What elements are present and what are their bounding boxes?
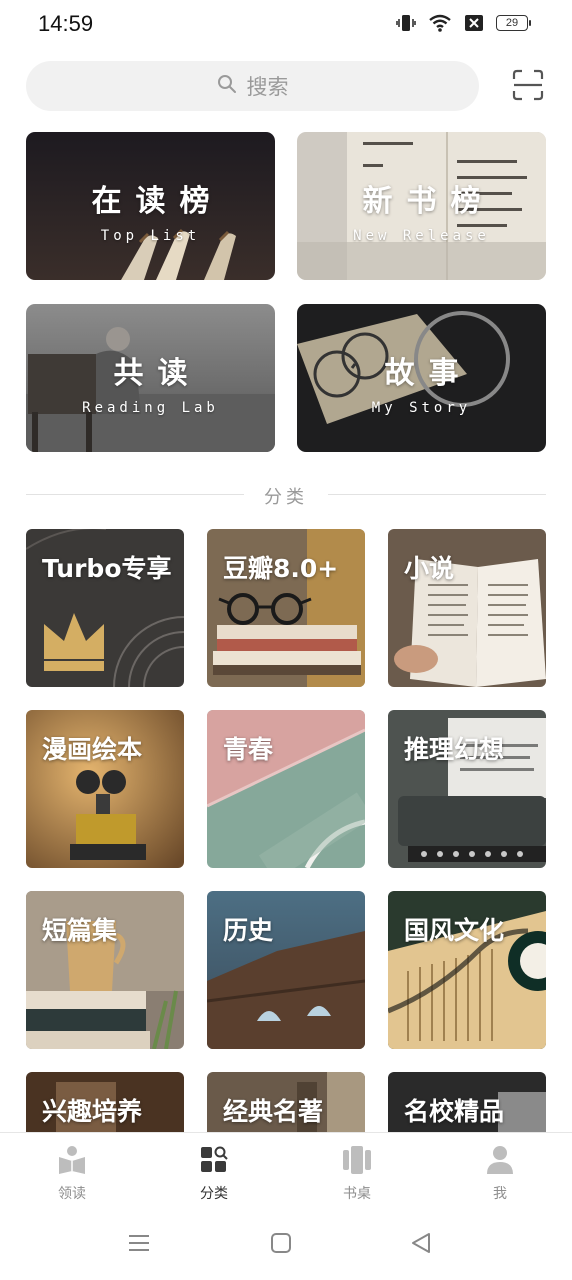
bookshelf-icon	[317, 1145, 397, 1179]
nav-label: 我	[493, 1186, 507, 1202]
nav-item-me[interactable]: 我	[460, 1145, 540, 1203]
category-title: 青春	[223, 735, 274, 764]
search-placeholder: 搜索	[246, 75, 289, 99]
menu-icon[interactable]	[128, 1232, 150, 1258]
nav-label: 书桌	[343, 1186, 371, 1202]
category-douban[interactable]: 豆瓣8.0+	[207, 529, 365, 687]
nav-item-category[interactable]: 分类	[174, 1145, 254, 1203]
bottom-nav: 领读 分类 书桌 我	[0, 1132, 572, 1211]
search-icon	[217, 74, 237, 98]
banner-new-release[interactable]: 新书榜 New Release	[297, 132, 546, 280]
status-bar: 14:59 29	[0, 0, 572, 50]
banner-title: 共读	[113, 356, 202, 391]
banner-subtitle: New Release	[353, 228, 490, 244]
person-icon	[460, 1145, 540, 1179]
category-history[interactable]: 历史	[207, 891, 365, 1049]
category-classics[interactable]: 经典名著	[207, 1072, 365, 1132]
battery-indicator: 29	[496, 15, 531, 31]
book-open-icon	[32, 1145, 112, 1179]
nav-label: 分类	[200, 1186, 228, 1202]
category-hobbies[interactable]: 兴趣培养	[26, 1072, 184, 1132]
section-divider: 分类	[26, 482, 546, 508]
nav-label: 领读	[58, 1186, 86, 1202]
wifi-icon	[428, 13, 452, 33]
category-title: 经典名著	[223, 1097, 324, 1126]
category-title: Turbo专享	[42, 554, 172, 583]
vibrate-icon	[396, 13, 416, 33]
banner-title: 新书榜	[362, 184, 495, 219]
status-icons: 29	[396, 13, 531, 33]
no-sim-icon	[464, 14, 484, 32]
banner-title: 故事	[384, 356, 473, 391]
back-triangle-icon[interactable]	[410, 1232, 432, 1258]
category-title: 豆瓣8.0+	[223, 554, 339, 583]
category-turbo[interactable]: Turbo专享	[26, 529, 184, 687]
category-university[interactable]: 名校精品	[388, 1072, 546, 1132]
scan-icon[interactable]	[512, 69, 544, 101]
banner-title: 在读榜	[91, 184, 224, 219]
nav-item-lead-reading[interactable]: 领读	[32, 1145, 112, 1203]
category-mystery[interactable]: 推理幻想	[388, 710, 546, 868]
section-label: 分类	[264, 487, 308, 508]
banner-my-story[interactable]: 故事 My Story	[297, 304, 546, 452]
banner-reading-lab[interactable]: 共读 Reading Lab	[26, 304, 275, 452]
category-comics[interactable]: 漫画绘本	[26, 710, 184, 868]
category-youth[interactable]: 青春	[207, 710, 365, 868]
category-novel[interactable]: 小说	[388, 529, 546, 687]
status-time: 14:59	[38, 11, 94, 36]
category-title: 国风文化	[404, 916, 505, 945]
banner-subtitle: Reading Lab	[82, 400, 219, 416]
nav-item-desk[interactable]: 书桌	[317, 1145, 397, 1203]
category-short-stories[interactable]: 短篇集	[26, 891, 184, 1049]
banner-subtitle: Top List	[100, 228, 201, 244]
category-title: 漫画绘本	[42, 735, 143, 764]
category-title: 小说	[404, 554, 455, 583]
category-grid-icon	[174, 1145, 254, 1179]
category-title: 短篇集	[42, 916, 118, 945]
category-title: 兴趣培养	[42, 1097, 143, 1126]
system-nav-bar	[0, 1210, 572, 1280]
category-title: 名校精品	[404, 1097, 505, 1126]
banner-top-list[interactable]: 在读榜 Top List	[26, 132, 275, 280]
search-input[interactable]: 搜索	[26, 61, 479, 111]
banner-subtitle: My Story	[371, 400, 472, 416]
category-guofeng[interactable]: 国风文化	[388, 891, 546, 1049]
divider-line-right	[328, 494, 546, 495]
category-title: 推理幻想	[404, 735, 505, 764]
category-title: 历史	[223, 916, 274, 945]
home-square-icon[interactable]	[270, 1232, 292, 1258]
